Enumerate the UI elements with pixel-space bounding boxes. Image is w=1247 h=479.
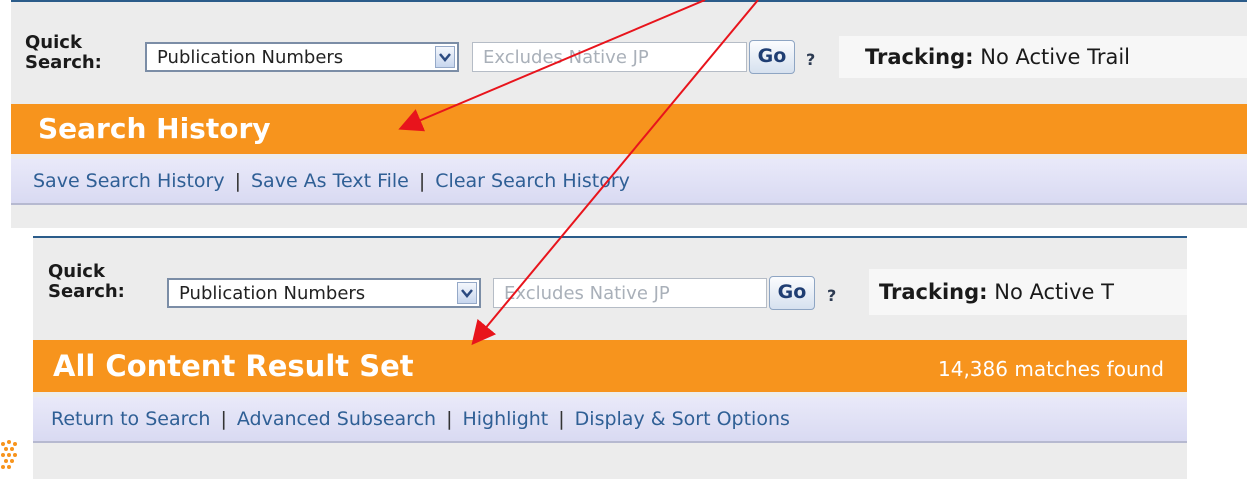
annotation-arrow-icon [398,0,706,132]
annotation-arrow-icon [471,0,759,346]
annotation-arrows [398,0,759,346]
